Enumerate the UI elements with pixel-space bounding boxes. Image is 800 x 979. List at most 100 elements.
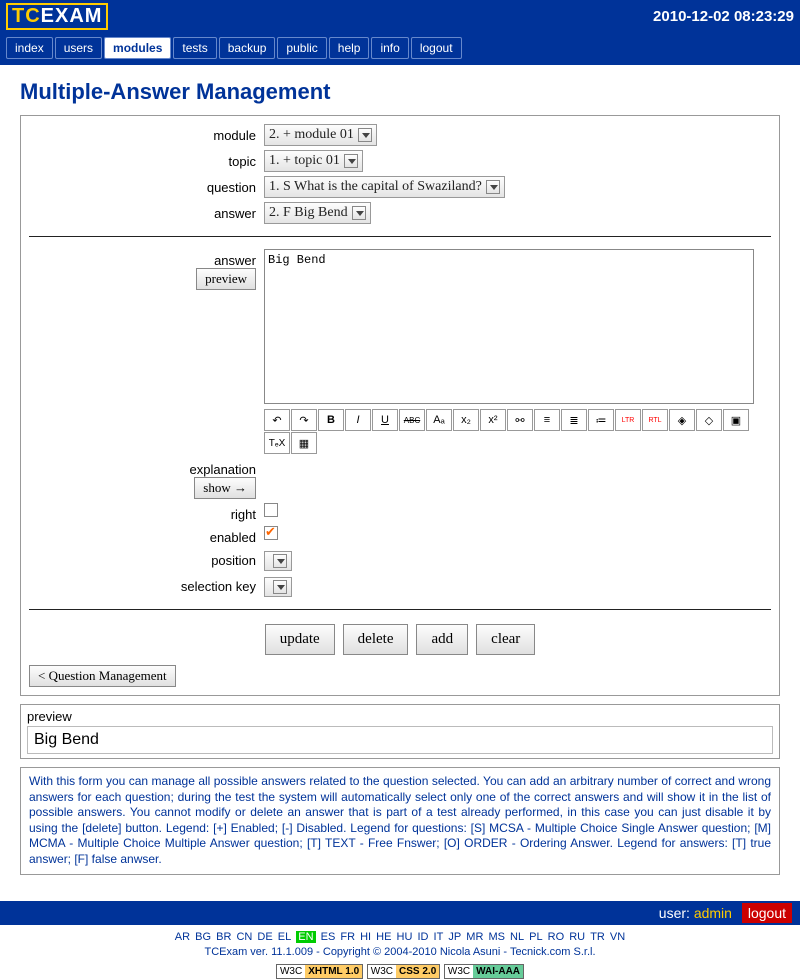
tex-icon[interactable]: TₑX [264,432,290,454]
bold-icon[interactable]: B [318,409,344,431]
image-icon[interactable]: ▣ [723,409,749,431]
nav-item-logout[interactable]: logout [411,37,462,59]
label-answer-text: answer preview [29,249,264,290]
lang-bg[interactable]: BG [195,931,211,943]
nav-item-index[interactable]: index [6,37,53,59]
chevron-down-icon [344,154,358,168]
clear-button[interactable]: clear [476,624,535,655]
lang-en[interactable]: EN [296,931,315,943]
lang-el[interactable]: EL [278,931,291,943]
undo-icon[interactable]: ↶ [264,409,290,431]
update-button[interactable]: update [265,624,335,655]
lang-cn[interactable]: CN [236,931,252,943]
label-position: position [29,549,264,568]
superscript-icon[interactable]: x² [480,409,506,431]
label-answer-select: answer [29,202,264,221]
lang-ms[interactable]: MS [488,931,505,943]
label-topic: topic [29,150,264,169]
lang-jp[interactable]: JP [448,931,461,943]
delete-button[interactable]: delete [343,624,409,655]
credits-company-link[interactable]: Tecnick.com S.r.l. [510,946,596,958]
preview-label: preview [27,709,773,724]
editor-toolbar: ↶↷BIUABCAₐx₂x²⚯≡≣≔LTRRTL◈◇▣ TₑX▦ [264,409,754,454]
lang-vn[interactable]: VN [610,931,625,943]
list-ol-icon[interactable]: ≣ [561,409,587,431]
lang-he[interactable]: HE [376,931,391,943]
answer-select[interactable]: 2. F Big Bend [264,202,371,224]
footer-bar: user: admin logout [0,901,800,925]
form-box: module 2. + module 01 topic 1. + topic 0… [20,115,780,696]
nav-item-modules[interactable]: modules [104,37,171,59]
lang-br[interactable]: BR [216,931,231,943]
font-small-icon[interactable]: Aₐ [426,409,452,431]
ltr-icon[interactable]: LTR [615,409,641,431]
lang-hu[interactable]: HU [397,931,413,943]
label-right: right [29,503,264,522]
lang-pl[interactable]: PL [529,931,542,943]
chevron-down-icon [358,128,372,142]
badge-waiaaa[interactable]: W3CWAI-AAA [444,964,524,979]
nav-item-public[interactable]: public [277,37,326,59]
question-select[interactable]: 1. S What is the capital of Swaziland? [264,176,505,198]
page-title: Multiple-Answer Management [20,79,780,105]
lang-de[interactable]: DE [257,931,272,943]
footer-user: admin [694,905,732,921]
nav-item-tests[interactable]: tests [173,37,216,59]
timestamp: 2010-12-02 08:23:29 [653,8,794,25]
color-icon[interactable]: ◈ [669,409,695,431]
chevron-down-icon [486,180,500,194]
list-ul-icon[interactable]: ≡ [534,409,560,431]
lang-it[interactable]: IT [434,931,444,943]
add-button[interactable]: add [416,624,468,655]
preview-content: Big Bend [27,726,773,754]
show-explanation-button[interactable]: show → [194,477,256,499]
nav-bar: indexusersmodulestestsbackuppublichelpin… [0,33,800,65]
italic-icon[interactable]: I [345,409,371,431]
lang-mr[interactable]: MR [466,931,483,943]
nav-item-users[interactable]: users [55,37,102,59]
logo: TCEXAM [6,3,108,30]
lang-ro[interactable]: RO [548,931,565,943]
lang-ar[interactable]: AR [175,931,190,943]
position-select[interactable] [264,551,292,571]
separator [29,236,771,237]
lang-hi[interactable]: HI [360,931,371,943]
media-icon[interactable]: ▦ [291,432,317,454]
lang-nl[interactable]: NL [510,931,524,943]
lang-id[interactable]: ID [417,931,428,943]
nav-item-info[interactable]: info [371,37,408,59]
credits: TCExam ver. 11.1.009 - Copyright © 2004-… [0,946,800,958]
logo-exam: EXAM [41,5,103,27]
topic-select[interactable]: 1. + topic 01 [264,150,363,172]
label-selection-key: selection key [29,575,264,594]
credits-product-link[interactable]: TCExam [204,946,247,958]
lang-tr[interactable]: TR [590,931,605,943]
link-icon[interactable]: ⚯ [507,409,533,431]
right-checkbox[interactable] [264,503,278,517]
preview-button[interactable]: preview [196,268,256,290]
subscript-icon[interactable]: x₂ [453,409,479,431]
nav-item-backup[interactable]: backup [219,37,276,59]
nav-item-help[interactable]: help [329,37,370,59]
chevron-down-icon [352,206,366,220]
lang-es[interactable]: ES [321,931,336,943]
underline-icon[interactable]: U [372,409,398,431]
lang-ru[interactable]: RU [569,931,585,943]
object-icon[interactable]: ◇ [696,409,722,431]
redo-icon[interactable]: ↷ [291,409,317,431]
badge-css20[interactable]: W3CCSS 2.0 [367,964,440,979]
label-module: module [29,124,264,143]
module-select[interactable]: 2. + module 01 [264,124,377,146]
help-box: With this form you can manage all possib… [20,767,780,875]
answer-textarea[interactable] [264,249,754,404]
back-question-management-button[interactable]: < Question Management [29,665,176,687]
lang-fr[interactable]: FR [340,931,355,943]
list-item-icon[interactable]: ≔ [588,409,614,431]
enabled-checkbox[interactable] [264,526,278,540]
footer-logout-button[interactable]: logout [742,903,792,923]
strike-icon[interactable]: ABC [399,409,425,431]
rtl-icon[interactable]: RTL [642,409,668,431]
actions-row: update delete add clear [29,624,771,655]
selection-key-select[interactable] [264,577,292,597]
badge-xhtml10[interactable]: W3CXHTML 1.0 [276,964,363,979]
